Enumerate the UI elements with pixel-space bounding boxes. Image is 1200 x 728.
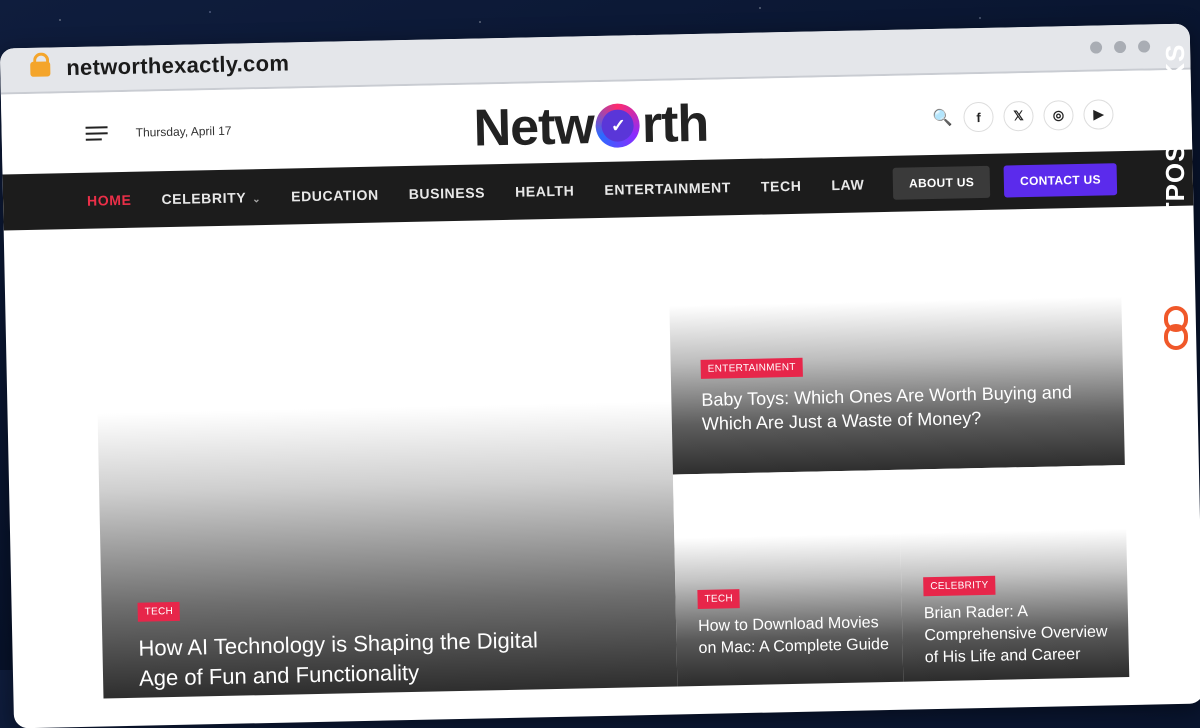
url-text[interactable]: networthexactly.com — [66, 50, 289, 81]
chevron-down-icon: ⌄ — [252, 194, 262, 206]
nav-item-education[interactable]: EDUCATION — [291, 187, 379, 205]
featured-post-card[interactable]: TECH How AI Technology is Shaping the Di… — [93, 226, 678, 699]
logo-check-icon: ✓ — [595, 103, 641, 149]
nav-item-home[interactable]: HOME — [87, 192, 132, 209]
about-us-button[interactable]: ABOUT US — [892, 165, 991, 200]
window-dot[interactable] — [1137, 40, 1151, 53]
category-badge[interactable]: TECH — [697, 589, 741, 610]
guestpostlinks-watermark: GUESTPOSTLINKS — [1156, 43, 1196, 356]
post-title[interactable]: How to Download Movies on Mac: A Complet… — [698, 612, 895, 660]
category-badge[interactable]: TECH — [137, 601, 181, 622]
x-twitter-icon[interactable]: 𝕏 — [1003, 100, 1034, 132]
window-controls — [1089, 40, 1151, 54]
window-dot[interactable] — [1113, 40, 1127, 54]
logo-text-start: Netw — [473, 97, 595, 158]
post-card-tech[interactable]: TECH How to Download Movies on Mac: A Co… — [672, 469, 904, 687]
post-card-celebrity[interactable]: CELEBRITY Brian Rader: A Comprehensive O… — [898, 465, 1130, 682]
browser-window: networthexactly.com Thursday, April 17 N… — [0, 23, 1200, 728]
contact-us-button[interactable]: CONTACT US — [1003, 163, 1118, 198]
nav-buttons: ABOUT US CONTACT US — [892, 163, 1118, 200]
category-badge[interactable]: CELEBRITY — [923, 575, 996, 597]
menu-icon[interactable] — [85, 126, 108, 144]
nav-item-entertainment[interactable]: ENTERTAINMENT — [604, 179, 731, 198]
nav-item-business[interactable]: BUSINESS — [409, 184, 486, 202]
search-icon[interactable]: 🔍 — [931, 107, 953, 129]
nav-item-label: CELEBRITY — [161, 189, 247, 208]
youtube-icon[interactable]: ▶ — [1083, 99, 1114, 130]
facebook-icon[interactable]: f — [963, 101, 994, 133]
featured-grid: TECH How AI Technology is Shaping the Di… — [4, 206, 1200, 711]
post-title[interactable]: Baby Toys: Which Ones Are Worth Buying a… — [701, 380, 1092, 436]
watermark-text: GUESTPOSTLINKS — [1160, 43, 1190, 296]
logo-text-end: rth — [641, 94, 709, 155]
header-actions: 🔍 f 𝕏 ◎ ▶ — [931, 99, 1114, 133]
nav-items: HOME CELEBRITY ⌄ EDUCATION BUSINESS HEALT… — [3, 176, 865, 210]
nav-item-health[interactable]: HEALTH — [515, 183, 575, 200]
post-title[interactable]: Brian Rader: A Comprehensive Overview of… — [924, 599, 1121, 669]
instagram-icon[interactable]: ◎ — [1043, 100, 1074, 131]
nav-item-tech[interactable]: TECH — [761, 178, 802, 195]
screenshot-stage: networthexactly.com Thursday, April 17 N… — [0, 0, 1200, 728]
lock-icon — [30, 61, 51, 77]
window-dot[interactable] — [1089, 41, 1103, 54]
link-chain-icon — [1164, 306, 1188, 350]
website: Thursday, April 17 Netw ✓ rth 🔍 f 𝕏 ◎ ▶ — [0, 69, 1200, 711]
header-date: Thursday, April 17 — [135, 123, 232, 140]
logo-check-mark: ✓ — [601, 109, 635, 142]
site-logo[interactable]: Netw ✓ rth — [473, 94, 709, 159]
nav-item-celebrity[interactable]: CELEBRITY ⌄ — [161, 189, 261, 207]
post-title[interactable]: How AI Technology is Shaping the Digital… — [138, 625, 539, 693]
post-card-entertainment[interactable]: ENTERTAINMENT Baby Toys: Which Ones Are … — [667, 217, 1125, 475]
category-badge[interactable]: ENTERTAINMENT — [700, 357, 803, 379]
nav-item-law[interactable]: LAW — [831, 176, 864, 193]
